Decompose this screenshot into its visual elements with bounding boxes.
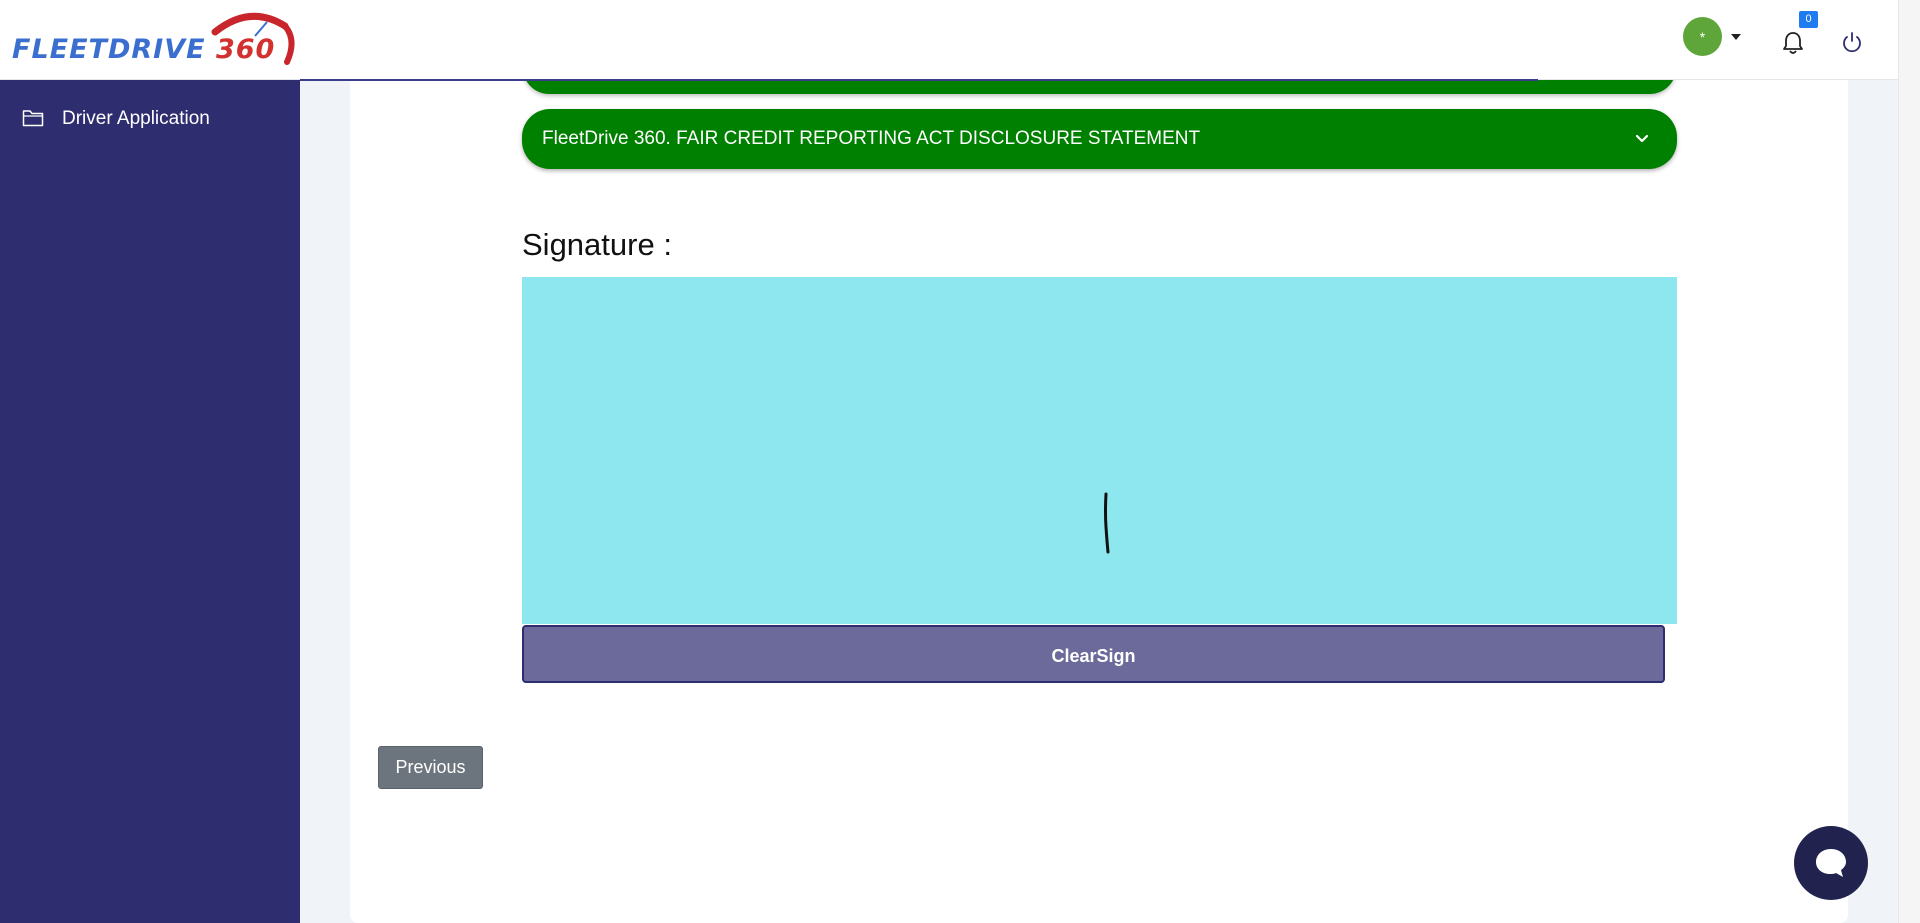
caret-down-icon[interactable] — [1731, 34, 1741, 40]
page-scrollbar[interactable] — [1898, 0, 1920, 923]
clear-sign-button[interactable]: ClearSign — [522, 625, 1665, 683]
notification-badge: 0 — [1799, 11, 1818, 28]
fleetdrive-logo[interactable]: FLEETDRIVE 360 — [10, 12, 295, 72]
accordion-title: FleetDrive 360. FAIR CREDIT REPORTING AC… — [542, 128, 1201, 149]
sidebar-item-label: Driver Application — [62, 108, 210, 129]
previous-button[interactable]: Previous — [378, 746, 483, 789]
user-avatar[interactable]: * — [1683, 17, 1722, 56]
folder-icon — [22, 110, 44, 127]
signature-pad[interactable] — [522, 277, 1677, 624]
speedometer-arc-icon — [211, 12, 295, 65]
chat-bubble-icon — [1816, 849, 1846, 877]
chevron-down-icon — [1635, 134, 1649, 143]
signature-stroke — [1104, 492, 1110, 554]
logo-word: FLEETDRIVE — [12, 34, 206, 65]
power-icon[interactable] — [1842, 31, 1862, 53]
top-header: FLEETDRIVE 360 * 0 — [0, 0, 1898, 80]
sidebar: Driver Application — [0, 80, 300, 923]
signature-label: Signature : — [522, 227, 672, 262]
sidebar-item-driver-application[interactable]: Driver Application — [0, 100, 300, 140]
header-underline — [300, 79, 1538, 81]
chat-widget-button[interactable] — [1794, 826, 1868, 900]
bell-icon[interactable] — [1782, 31, 1804, 55]
fcra-disclosure-accordion[interactable]: FleetDrive 360. FAIR CREDIT REPORTING AC… — [522, 109, 1677, 169]
